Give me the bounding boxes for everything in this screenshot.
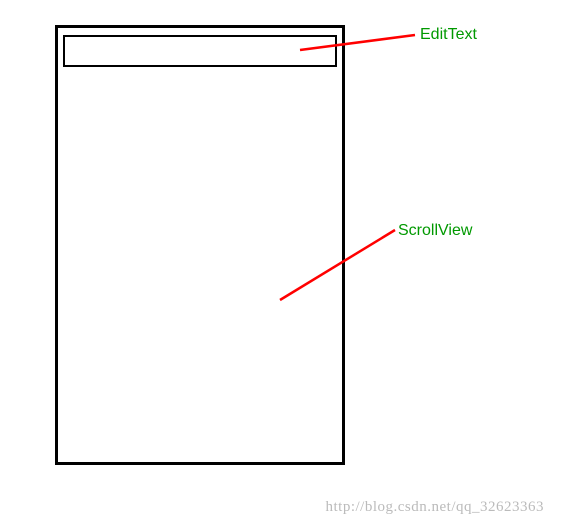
diagram-canvas: EditText ScrollView http://blog.csdn.net… (0, 0, 564, 520)
scrollview-box (55, 25, 345, 465)
label-scrollview: ScrollView (398, 222, 472, 240)
label-edittext: EditText (420, 26, 477, 44)
watermark-text: http://blog.csdn.net/qq_32623363 (326, 499, 545, 516)
edittext-box (63, 35, 337, 67)
